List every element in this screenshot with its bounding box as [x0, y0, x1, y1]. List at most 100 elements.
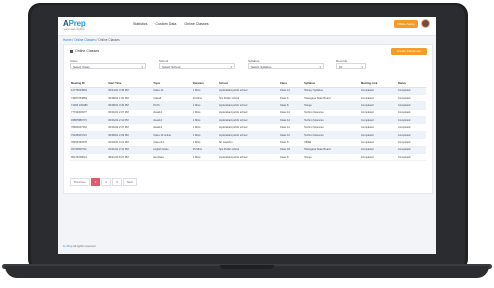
table-cell: Class 12	[278, 123, 304, 132]
table-cell: Hyderabad public school	[217, 153, 279, 162]
class-filter: Class Select Class	[70, 59, 146, 70]
table-cell: 1 Mins	[191, 153, 218, 162]
table-row[interactable]: 79195003721 06/08/21 2:09 PM Class 10 onli…	[70, 131, 426, 140]
table-cell: Completed	[396, 146, 426, 154]
school-select[interactable]: Select School	[159, 63, 235, 70]
breadcrumb-home[interactable]: Home	[63, 38, 72, 42]
syllabus-filter: Syllabus Select Syllabus	[248, 59, 324, 70]
table-cell: 25 Mins	[191, 146, 218, 154]
table-cell: Telangana State Board	[303, 146, 360, 154]
table-cell: hps Public school	[217, 94, 279, 103]
table-cell: Completed	[396, 94, 426, 103]
school-filter: School Select School	[159, 59, 235, 70]
table-cell: Class6	[152, 94, 192, 103]
table-cell: Class 6	[278, 94, 304, 103]
page-3-button[interactable]: 3	[112, 178, 122, 186]
table-cell: 06/14/21 3:45 PM	[107, 87, 153, 95]
card-title: Online Classes	[70, 49, 99, 53]
table-cell[interactable]: Completed	[359, 116, 397, 125]
syllabus-select[interactable]: Select Syllabus	[248, 63, 324, 70]
table-cell[interactable]: Completed	[359, 123, 397, 132]
table-cell: 12776634904	[70, 87, 108, 95]
table-cell[interactable]: Completed	[359, 146, 397, 154]
previous-page-button[interactable]: Previous	[70, 178, 90, 186]
offline-setup-button[interactable]: Offline Setup	[394, 20, 418, 28]
table-row[interactable]: 12776634904 06/14/21 3:45 PM Class 12 1 Min…	[70, 87, 426, 95]
records-select[interactable]: 10	[336, 63, 366, 70]
footer-brand[interactable]: A- Prep	[63, 244, 72, 248]
table-cell: 95170158014	[70, 153, 108, 162]
breadcrumb-current: Online Classes	[98, 38, 120, 42]
table-cell: Class 18	[278, 146, 304, 154]
table-row[interactable]: 78206430378 02/18/21 4:21 PM Class 8 A1 Mi…	[70, 138, 426, 147]
table-cell: Completed	[396, 101, 426, 110]
table-cell: Class 12	[278, 116, 304, 125]
table-cell: Hyderabad public school	[217, 109, 279, 118]
table-cell: Hyderabad public school	[217, 87, 279, 95]
table-cell[interactable]: Completed	[359, 87, 397, 95]
table-cell[interactable]: Completed	[359, 153, 397, 162]
table-body: 12776634904 06/14/21 3:45 PM Class 12 1 Min…	[70, 87, 426, 162]
table-cell: Class 12	[278, 87, 304, 95]
table-cell: 77732000377	[70, 109, 108, 118]
nav-online-classes[interactable]: Online Classes	[184, 22, 208, 26]
table-cell: 32730562711	[70, 146, 108, 154]
nav-statistics[interactable]: Statistics	[133, 22, 147, 26]
table-cell: 06/01/21 2:07 PM	[107, 123, 153, 132]
table-cell: Completed	[396, 123, 426, 132]
table-cell: 1 Mins	[191, 123, 218, 132]
card-title-text: Online Classes	[75, 49, 100, 53]
table-cell: class12	[152, 116, 192, 125]
classes-table: Meeting ID Start Time Topic Duration Sch…	[70, 81, 426, 162]
table-cell: 71006 180480	[70, 101, 108, 110]
table-cell: Class 12	[152, 87, 192, 95]
table-cell: Completed	[396, 116, 426, 125]
screen: APrep Let's Learn Anytime Statistics Cus…	[58, 17, 436, 254]
footer: A- Prep All rights reserved	[63, 244, 96, 248]
table-row[interactable]: 78904027364 06/01/21 2:07 PM class12 1 Mins…	[70, 123, 426, 132]
table-cell: Class 8	[278, 153, 304, 162]
table-cell[interactable]: Completed	[359, 138, 397, 147]
table-cell: 78904027364	[70, 123, 108, 132]
table-cell: Telugu	[303, 153, 360, 162]
table-cell: CBSE	[303, 138, 360, 147]
table-cell: 02/18/21 4:21 PM	[107, 138, 153, 147]
footer-text: All rights reserved	[73, 244, 96, 248]
breadcrumb-online-classes[interactable]: Online Classes	[74, 38, 95, 42]
table-cell: Completed	[396, 153, 426, 162]
table-cell: Telangana State Board	[303, 94, 360, 103]
table-cell: 06/08/21 1:00 PM	[107, 94, 153, 103]
table-row[interactable]: 77732000377 06/01/21 2:07 PM class12 1 Mins…	[70, 109, 426, 118]
table-cell: Completed	[396, 138, 426, 147]
table-cell: english botas	[152, 146, 192, 154]
table-row[interactable]: 95170158014 08/21/20 8:07 PM test Data 1 Mi…	[70, 153, 426, 162]
page-2-button[interactable]: 2	[101, 178, 112, 186]
table-row[interactable]: 93587880774 06/01/21 2:11 PM class12 1 Mins…	[70, 116, 426, 125]
table-cell: hps Public school	[217, 146, 279, 154]
table-row[interactable]: 71006 180480 06/08/21 3:36 PM PaTC 1 Mins Hy…	[70, 101, 426, 110]
next-page-button[interactable]: Next	[122, 178, 137, 186]
table-cell[interactable]: Completed	[359, 94, 397, 103]
records-filter: Records 10	[336, 59, 366, 70]
table-cell: 01/01/21 2:41 PM	[107, 146, 153, 154]
page-1-button[interactable]: 1	[90, 178, 101, 186]
class-select[interactable]: Select Class	[70, 63, 146, 70]
table-row[interactable]: 73487784884 06/08/21 1:00 PM Class6 40 Mins…	[70, 94, 426, 103]
logo-word: Prep	[68, 19, 86, 28]
table-cell: 06/08/21 3:36 PM	[107, 101, 153, 110]
table-cell[interactable]: Completed	[359, 101, 397, 110]
nav-custom-data[interactable]: Custom Data	[155, 22, 176, 26]
table-row[interactable]: 32730562711 01/01/21 2:41 PM english botas…	[70, 146, 426, 154]
app-logo[interactable]: APrep	[63, 19, 86, 28]
table-cell: Class 8	[278, 138, 304, 147]
table-cell: Telnery Syllabus	[303, 87, 360, 95]
table-cell: Class 10 online	[152, 131, 192, 140]
breadcrumb: Home / Online Classes / Online Classes	[63, 38, 120, 42]
table-cell[interactable]: Completed	[359, 131, 397, 140]
table-cell[interactable]: Completed	[359, 109, 397, 118]
avatar[interactable]	[421, 19, 430, 28]
table-cell: Hyderabad public school	[217, 116, 279, 125]
table-cell: 40 Mins	[191, 94, 218, 103]
table-cell: Class 12	[278, 109, 304, 118]
create-classroom-button[interactable]: Create Classroom	[391, 48, 427, 55]
